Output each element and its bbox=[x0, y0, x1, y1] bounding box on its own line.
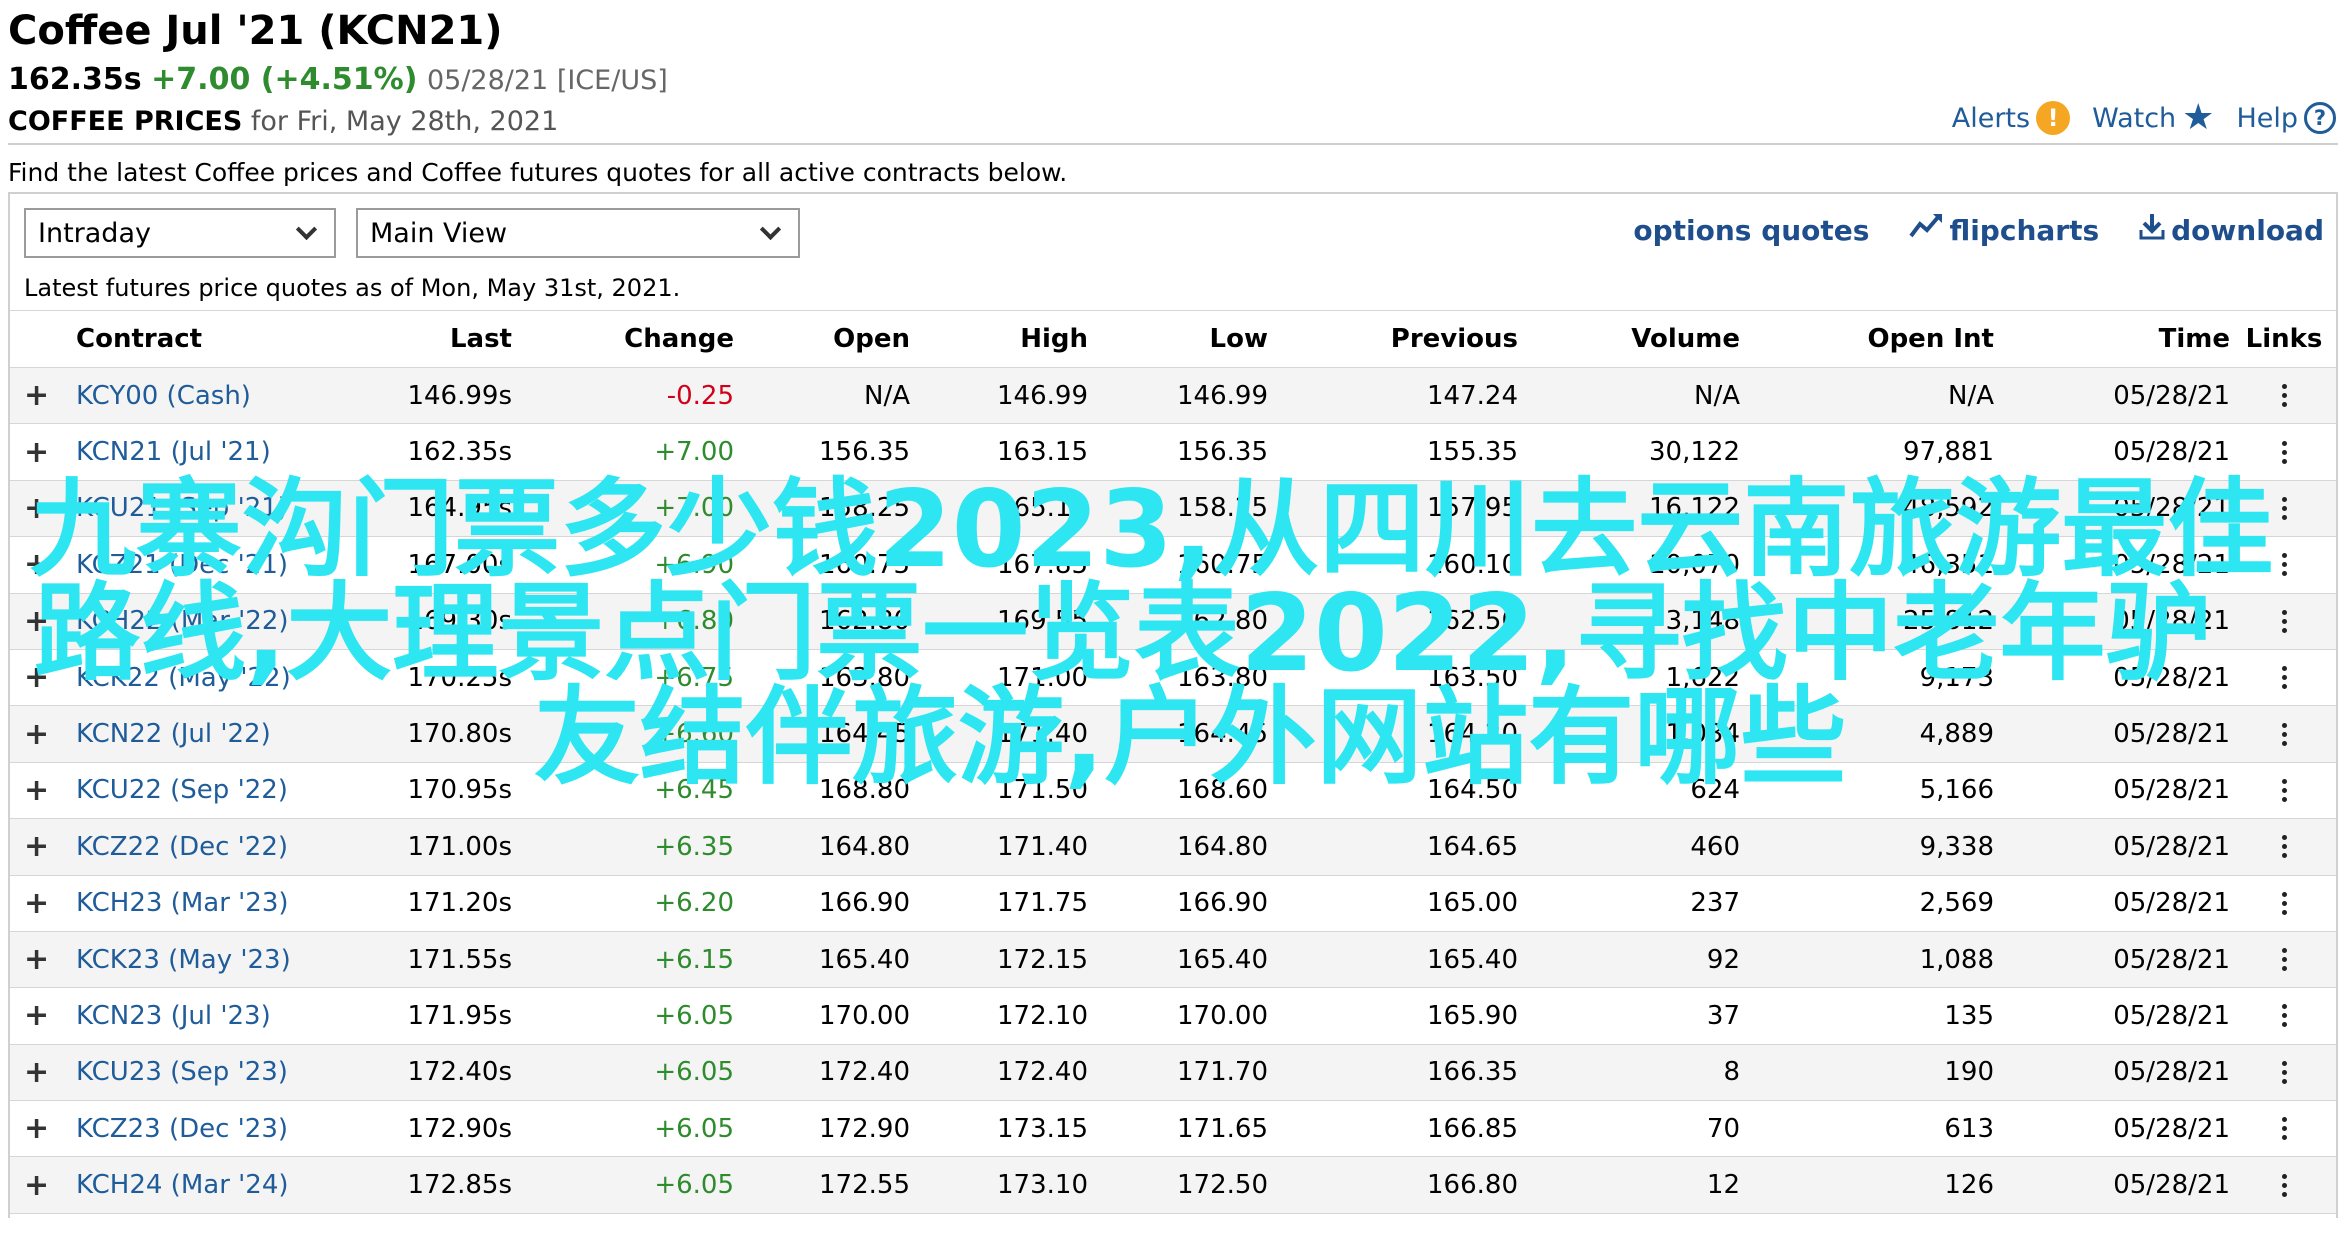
row-time: 05/28/21 bbox=[2113, 1000, 2230, 1031]
prices-label: COFFEE PRICES bbox=[8, 106, 243, 137]
row-time: 05/28/21 bbox=[2113, 437, 2230, 468]
row-time: 05/28/21 bbox=[2113, 831, 2230, 862]
download-icon bbox=[2139, 212, 2165, 248]
table-row: + KCZ23 (Dec '23) 172.90s +6.05 172.90 173.15… bbox=[10, 1101, 2336, 1158]
star-icon: ★ bbox=[2182, 97, 2215, 138]
row-time: 05/28/21 bbox=[2113, 719, 2230, 750]
table-row: + KCH23 (Mar '23) 171.20s +6.20 166.90 171.75… bbox=[10, 876, 2336, 932]
row-time: 05/28/21 bbox=[2113, 606, 2230, 637]
col-links: Links bbox=[2245, 324, 2323, 354]
price-meta: 05/28/21 [ICE/US] bbox=[426, 65, 668, 96]
row-time: 05/28/21 bbox=[2113, 1057, 2230, 1088]
options-quotes-label: options quotes bbox=[1633, 213, 1870, 247]
table-row: + KCN23 (Jul '23) 171.95s +6.05 170.00 172.10… bbox=[10, 988, 2336, 1045]
period-select[interactable]: Intraday bbox=[24, 208, 336, 258]
row-time: 05/28/21 bbox=[2113, 380, 2230, 411]
more-options-icon[interactable] bbox=[2248, 932, 2320, 987]
asof-text: Latest futures price quotes as of Mon, M… bbox=[24, 274, 681, 302]
row-time: 05/28/21 bbox=[2113, 662, 2230, 693]
row-time: 05/28/21 bbox=[2113, 493, 2230, 524]
chevron-down-icon bbox=[295, 218, 318, 240]
watch-link[interactable]: Watch ★ bbox=[2092, 100, 2214, 136]
top-links: Alerts ! Watch ★ Help ? bbox=[1952, 100, 2336, 136]
row-time: 05/28/21 bbox=[2113, 944, 2230, 975]
table-row: + KCZ22 (Dec '22) 171.00s +6.35 164.80 171.40… bbox=[10, 819, 2336, 876]
row-time: 05/28/21 bbox=[2113, 549, 2230, 580]
more-options-icon[interactable] bbox=[2248, 537, 2320, 592]
watch-label: Watch bbox=[2092, 102, 2177, 134]
options-quotes-link[interactable]: options quotes bbox=[1633, 212, 1869, 248]
alerts-label: Alerts bbox=[1951, 102, 2031, 134]
help-label: Help bbox=[2236, 102, 2298, 134]
futures-table: Contract Last Change Open High Low Previ… bbox=[10, 310, 2336, 1214]
table-row: + KCN21 (Jul '21) 162.35s +7.00 156.35 163.15… bbox=[10, 424, 2336, 481]
help-icon: ? bbox=[2304, 102, 2336, 134]
help-link[interactable]: Help ? bbox=[2236, 100, 2336, 136]
more-options-icon[interactable] bbox=[2248, 763, 2320, 818]
more-options-icon[interactable] bbox=[2248, 481, 2320, 536]
row-time: 05/28/21 bbox=[2113, 1113, 2230, 1144]
more-options-icon[interactable] bbox=[2248, 1157, 2320, 1212]
more-options-icon[interactable] bbox=[2248, 819, 2320, 874]
panel-actions: options quotes flipcharts download bbox=[1633, 212, 2324, 248]
more-options-icon[interactable] bbox=[2248, 1101, 2320, 1156]
alerts-link[interactable]: Alerts ! bbox=[1951, 100, 2071, 136]
prices-subheading: COFFEE PRICES for Fri, May 28th, 2021 bbox=[8, 106, 558, 137]
col-time[interactable]: Time bbox=[10, 311, 2230, 367]
quote-header: Coffee Jul '21 (KCN21) 162.35s +7.00 (+4… bbox=[0, 0, 2346, 146]
more-options-icon[interactable] bbox=[2248, 368, 2320, 423]
table-body: + KCY00 (Cash) 146.99s -0.25 N/A 146.99 146.99… bbox=[10, 368, 2336, 1214]
row-time: 05/28/21 bbox=[2113, 1170, 2230, 1201]
chart-line-icon bbox=[1909, 212, 1943, 248]
table-row: + KCH24 (Mar '24) 172.85s +6.05 172.55 173.10… bbox=[10, 1157, 2336, 1214]
table-row: + KCU21 (Sep '21) 164.95s +7.00 158.25 165.10… bbox=[10, 480, 2336, 538]
table-row: + KCH22 (Mar '22) 169.30s +6.80 162.80 169.55… bbox=[10, 593, 2336, 650]
quotes-panel: Intraday Main View options quotes flipch… bbox=[8, 192, 2338, 1218]
more-options-icon[interactable] bbox=[2248, 1045, 2320, 1100]
flipcharts-label: flipcharts bbox=[1949, 213, 2100, 247]
table-row: + KCZ21 (Dec '21) 167.00s +6.90 160.75 167.85… bbox=[10, 537, 2336, 594]
period-select-value: Intraday bbox=[38, 217, 151, 249]
more-options-icon[interactable] bbox=[2248, 988, 2320, 1043]
flipcharts-link[interactable]: flipcharts bbox=[1909, 212, 2099, 248]
last-price: 162.35s bbox=[8, 62, 142, 97]
table-row: + KCN22 (Jul '22) 170.80s +6.60 164.45 171.40… bbox=[10, 706, 2336, 763]
price-summary: 162.35s +7.00 (+4.51%) 05/28/21 [ICE/US] bbox=[8, 62, 668, 97]
table-row: + KCU23 (Sep '23) 172.40s +6.05 172.40 172.40… bbox=[10, 1044, 2336, 1102]
table-row: + KCK23 (May '23) 171.55s +6.15 165.40 172.15… bbox=[10, 931, 2336, 989]
table-row: + KCU22 (Sep '22) 170.95s +6.45 168.80 171.50… bbox=[10, 763, 2336, 820]
more-options-icon[interactable] bbox=[2248, 424, 2320, 479]
page-title: Coffee Jul '21 (KCN21) bbox=[8, 8, 503, 54]
view-select-value: Main View bbox=[370, 217, 508, 249]
more-options-icon[interactable] bbox=[2248, 650, 2320, 705]
table-row: + KCK22 (May '22) 170.25s +6.75 163.80 171.00… bbox=[10, 650, 2336, 707]
intro-text: Find the latest Coffee prices and Coffee… bbox=[8, 158, 1068, 187]
alert-icon: ! bbox=[2036, 101, 2071, 135]
price-change: +7.00 (+4.51%) bbox=[151, 62, 418, 97]
view-select[interactable]: Main View bbox=[356, 208, 800, 258]
table-row: + KCY00 (Cash) 146.99s -0.25 N/A 146.99 146.99… bbox=[10, 368, 2336, 425]
download-link[interactable]: download bbox=[2139, 212, 2324, 248]
header-divider bbox=[8, 143, 2338, 145]
more-options-icon[interactable] bbox=[2248, 594, 2320, 649]
prices-date: for Fri, May 28th, 2021 bbox=[250, 106, 559, 137]
row-time: 05/28/21 bbox=[2113, 888, 2230, 919]
more-options-icon[interactable] bbox=[2248, 706, 2320, 761]
download-label: download bbox=[2171, 213, 2324, 247]
table-header: Contract Last Change Open High Low Previ… bbox=[10, 310, 2336, 368]
row-time: 05/28/21 bbox=[2113, 775, 2230, 806]
chevron-down-icon bbox=[759, 218, 782, 240]
more-options-icon[interactable] bbox=[2248, 876, 2320, 931]
